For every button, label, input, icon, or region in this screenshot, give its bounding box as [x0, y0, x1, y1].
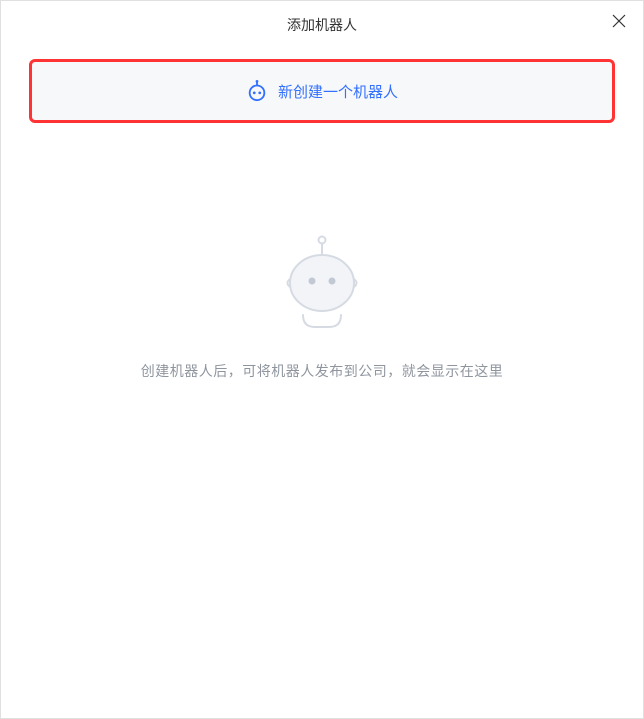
empty-state: 创建机器人后，可将机器人发布到公司，就会显示在这里 — [29, 233, 615, 381]
create-robot-label: 新创建一个机器人 — [278, 81, 398, 102]
robot-illustration-icon — [277, 233, 367, 333]
dialog-content: 新创建一个机器人 创建机器人后，可将机器人发布到公司，就会显示在这里 — [1, 47, 643, 381]
close-icon — [612, 14, 626, 28]
dialog-title: 添加机器人 — [1, 15, 643, 35]
empty-state-message: 创建机器人后，可将机器人发布到公司，就会显示在这里 — [141, 361, 504, 381]
robot-icon — [246, 80, 268, 102]
close-button[interactable] — [607, 9, 631, 33]
create-robot-button[interactable]: 新创建一个机器人 — [29, 59, 615, 123]
dialog-header: 添加机器人 — [1, 1, 643, 47]
